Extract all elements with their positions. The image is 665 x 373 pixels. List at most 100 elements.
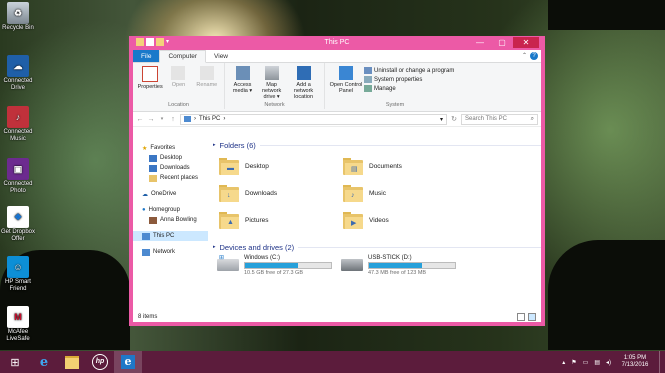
manage-button[interactable]: Manage: [364, 85, 454, 92]
manage-icon: [364, 85, 372, 92]
navigation-pane: ★ Favorites Desktop Downloads Recent pla…: [133, 139, 208, 311]
drive-usage-bar: [368, 262, 456, 269]
map-drive-icon: [264, 66, 279, 80]
action-center-icon[interactable]: ⚑: [571, 359, 576, 366]
nav-favorites[interactable]: ★ Favorites: [133, 143, 208, 153]
tab-view[interactable]: View: [206, 50, 236, 62]
recent-locations-button[interactable]: ▾: [158, 116, 166, 122]
power-icon[interactable]: ▭: [583, 359, 589, 366]
tab-computer[interactable]: Computer: [159, 50, 207, 63]
ribbon: Properties Open Rename Location Access m…: [133, 63, 541, 112]
nav-desktop[interactable]: Desktop: [133, 153, 208, 163]
nav-this-pc[interactable]: This PC: [133, 231, 208, 241]
uninstall-program-button[interactable]: Uninstall or change a program: [364, 67, 454, 74]
pictures-folder-icon: ▲: [219, 211, 239, 229]
nav-label: Recent places: [160, 175, 199, 181]
button-label: Manage: [374, 85, 396, 92]
minimize-button[interactable]: —: [469, 37, 491, 48]
drive-c[interactable]: ⊞ Windows (C:) 10.5 GB free of 27.3 GB: [217, 255, 332, 276]
chevron-up-icon[interactable]: ⌃: [522, 52, 527, 59]
group-label: System: [385, 102, 405, 108]
rename-icon: [199, 66, 214, 80]
content-pane: ▸ Folders (6) ▬ Desktop ▤ Documents ↓ Do…: [213, 139, 541, 311]
desktop-icon-label: Connected Music: [3, 129, 33, 142]
tab-file[interactable]: File: [133, 50, 160, 62]
onedrive-icon: ☁: [142, 191, 148, 198]
back-button[interactable]: ←: [136, 116, 144, 123]
wallpaper-shadow-top: [548, 0, 665, 30]
clock[interactable]: 1:05 PM 7/13/2016: [617, 355, 653, 369]
folder-label: Desktop: [245, 162, 269, 170]
nav-label: Anna Bowling: [160, 217, 197, 223]
nav-onedrive[interactable]: ☁ OneDrive: [133, 189, 208, 199]
star-icon: ★: [142, 145, 148, 152]
desktop-icon-mcafee[interactable]: M McAfee LiveSafe: [0, 306, 36, 343]
up-button[interactable]: ↑: [169, 116, 177, 123]
volume-icon[interactable]: ◂): [606, 359, 611, 366]
show-desktop-button[interactable]: [659, 351, 663, 373]
folder-music[interactable]: ♪ Music: [343, 184, 386, 202]
nav-downloads[interactable]: Downloads: [133, 163, 208, 173]
drive-free-space: 10.5 GB free of 27.3 GB: [244, 270, 304, 276]
address-dropdown-icon[interactable]: ▾: [440, 116, 446, 123]
button-label: Map network drive ▾: [261, 82, 282, 100]
desktop-icon-connected-photo[interactable]: ▣ Connected Photo: [0, 158, 36, 195]
nav-homegroup-user[interactable]: Anna Bowling: [133, 215, 208, 225]
taskbar: ⊞ e hp e ▴ ⚑ ▭ ▤ ◂) 1:05 PM 7/13/2016: [0, 351, 665, 373]
nav-label: OneDrive: [151, 191, 177, 197]
tiles-view-icon[interactable]: [528, 312, 536, 321]
music-folder-icon: ♪: [343, 184, 363, 202]
desktop-icon-hp-smart-friend[interactable]: ☺ HP Smart Friend: [0, 256, 36, 293]
folders-section-header[interactable]: ▸ Folders (6): [213, 139, 541, 151]
recycle-bin-icon: ♻: [7, 2, 29, 24]
nav-network[interactable]: Network: [133, 247, 208, 257]
show-hidden-icons-icon[interactable]: ▴: [562, 359, 565, 366]
search-input[interactable]: Search This PC ⌕: [461, 113, 538, 125]
folder-label: Downloads: [245, 189, 278, 197]
section-divider: [298, 246, 541, 248]
usb-drive-icon: [341, 259, 363, 271]
clock-date: 7/13/2016: [621, 362, 649, 368]
system-properties-button[interactable]: System properties: [364, 76, 454, 83]
folder-videos[interactable]: ▶ Videos: [343, 211, 389, 229]
close-button[interactable]: ✕: [513, 37, 539, 48]
desktop-icon-recycle-bin[interactable]: ♻ Recycle Bin: [0, 2, 36, 32]
nav-label: Network: [153, 249, 176, 255]
address-row: ← → ▾ ↑ › This PC › ▾ ↻ Search This PC ⌕: [133, 112, 541, 127]
folder-pictures[interactable]: ▲ Pictures: [219, 211, 268, 229]
desktop-icon-connected-drive[interactable]: ☁ Connected Drive: [0, 55, 36, 92]
group-label: Network: [264, 102, 285, 108]
start-button[interactable]: ⊞: [0, 351, 30, 373]
drive-d[interactable]: USB-STICK (D:) 47.3 MB free of 123 MB: [341, 255, 456, 276]
button-label: Open Control Panel: [329, 82, 363, 94]
taskbar-internet-explorer-2[interactable]: e: [114, 351, 142, 373]
file-explorer-icon: [65, 355, 79, 369]
maximize-button[interactable]: ▢: [491, 37, 513, 48]
folder-downloads[interactable]: ↓ Downloads: [219, 184, 277, 202]
taskbar-internet-explorer[interactable]: e: [30, 351, 58, 373]
desktop-icon-label: Get Dropbox Offer: [0, 229, 36, 242]
folder-documents[interactable]: ▤ Documents: [343, 157, 402, 175]
title-bar[interactable]: ▾ This PC — ▢ ✕: [129, 36, 545, 50]
nav-label: Homegroup: [148, 207, 180, 213]
nav-homegroup[interactable]: ● Homegroup: [133, 205, 208, 215]
help-icon[interactable]: ?: [530, 52, 538, 60]
forward-button[interactable]: →: [147, 116, 155, 123]
button-label: Uninstall or change a program: [374, 67, 455, 74]
drives-section-header[interactable]: ▸ Devices and drives (2): [213, 241, 541, 253]
desktop-icon-dropbox[interactable]: ❖ Get Dropbox Offer: [0, 206, 36, 243]
desktop-icon-connected-music[interactable]: ♪ Connected Music: [0, 106, 36, 143]
network-status-icon[interactable]: ▤: [594, 359, 600, 366]
breadcrumb-chevron-icon[interactable]: ›: [223, 116, 225, 122]
drive-usage-fill: [369, 263, 423, 268]
details-view-icon[interactable]: [517, 312, 525, 321]
nav-recent-places[interactable]: Recent places: [133, 173, 208, 183]
refresh-button[interactable]: ↻: [450, 115, 458, 123]
internet-explorer-tile-icon: e: [121, 355, 135, 369]
downloads-icon: [149, 164, 157, 172]
taskbar-file-explorer[interactable]: [58, 351, 86, 373]
taskbar-hp[interactable]: hp: [86, 351, 114, 373]
address-bar[interactable]: › This PC › ▾: [180, 113, 447, 125]
clock-time: 1:05 PM: [623, 355, 647, 361]
folder-desktop[interactable]: ▬ Desktop: [219, 157, 269, 175]
